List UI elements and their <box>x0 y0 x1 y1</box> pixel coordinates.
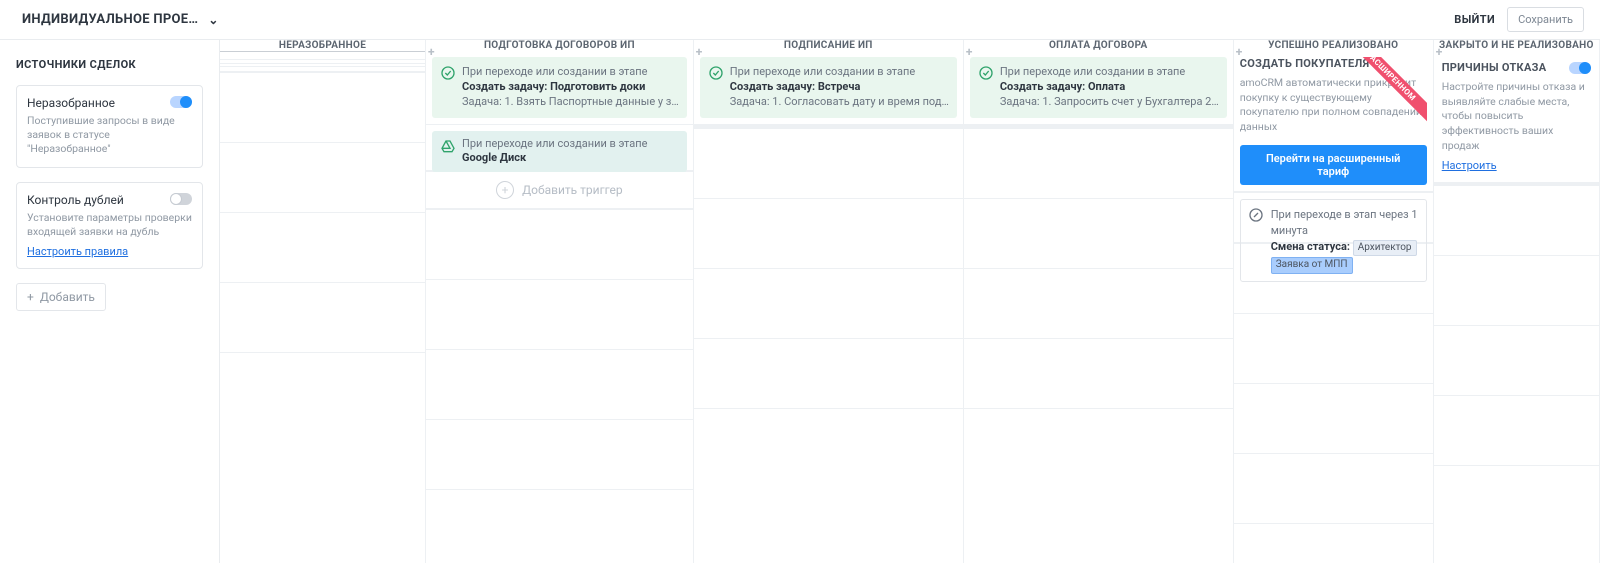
add-trigger-button[interactable]: + Добавить триггер <box>426 172 693 208</box>
configure-rules-link[interactable]: Настроить правила <box>27 245 128 258</box>
column-title: ЗАКРЫТО И НЕ РЕАЛИЗОВАНО <box>1439 40 1594 51</box>
pipeline-title-text: ИНДИВИДУАЛЬНОЕ ПРОЕ… <box>22 12 198 27</box>
exit-link[interactable]: ВЫЙТИ <box>1454 13 1495 26</box>
configure-reasons-link[interactable]: Настроить <box>1442 159 1497 172</box>
sidebar-heading: ИСТОЧНИКИ СДЕЛОК <box>16 58 203 71</box>
column-header-prep[interactable]: + ПОДГОТОВКА ДОГОВОРОВ ИП <box>426 40 693 51</box>
column-header-realized[interactable]: + УСПЕШНО РЕАЛИЗОВАНО <box>1234 40 1433 51</box>
card-title: Создать задачу: Подготовить доки <box>462 80 679 95</box>
source-card-unsorted[interactable]: Неразобранное Поступившие запросы в виде… <box>16 85 203 168</box>
check-circle-icon <box>440 65 456 81</box>
empty-cell <box>220 51 425 59</box>
reasons-title: ПРИЧИНЫ ОТКАЗА <box>1442 61 1547 74</box>
source-desc: Установите параметры проверки входящей з… <box>27 211 192 239</box>
trigger-card-status-change[interactable]: При переходе в этап через 1 минута Смена… <box>1240 199 1427 282</box>
card-sub: Задача: 1. Взять Паспортные данные у з… <box>462 95 679 110</box>
column-title: НЕРАЗОБРАННОЕ <box>279 40 366 51</box>
add-source-label: Добавить <box>40 290 95 304</box>
trigger-card-prep-task[interactable]: При переходе или создании в этапе Создат… <box>432 57 687 118</box>
source-title: Контроль дублей <box>27 193 192 207</box>
add-trigger-label: Добавить триггер <box>522 183 623 197</box>
card-pretext: При переходе или создании в этапе <box>462 137 679 152</box>
column-title: ОПЛАТА ДОГОВОРА <box>1049 40 1148 51</box>
card-sub: Задача: 1. Согласовать дату и время под… <box>730 95 949 110</box>
source-card-duplicates[interactable]: Контроль дублей Установите параметры про… <box>16 182 203 269</box>
chevron-down-icon: ⌄ <box>208 13 218 27</box>
column-header-closed[interactable]: + ЗАКРЫТО И НЕ РЕАЛИЗОВАНО <box>1434 40 1599 51</box>
source-toggle-unsorted[interactable] <box>170 96 192 108</box>
add-source-button[interactable]: + Добавить <box>16 283 106 311</box>
trigger-card-pay-task[interactable]: При переходе или создании в этапе Создат… <box>970 57 1227 118</box>
column-header-unsorted[interactable]: НЕРАЗОБРАННОЕ <box>220 40 425 51</box>
source-toggle-duplicates[interactable] <box>170 193 192 205</box>
card-pretext: При переходе или создании в этапе <box>1000 65 1219 80</box>
plus-icon: + <box>27 290 34 304</box>
reasons-desc: Настройте причины отказа и выявляйте сла… <box>1442 80 1591 153</box>
promo-title: СОЗДАТЬ ПОКУПАТЕЛЯ <box>1240 57 1427 70</box>
column-header-pay[interactable]: + ОПЛАТА ДОГОВОРА <box>964 40 1233 51</box>
save-button[interactable]: Сохранить <box>1507 7 1584 32</box>
trigger-card-google-drive[interactable]: При переходе или создании в этапе Google… <box>432 131 687 173</box>
check-circle-icon <box>708 65 724 81</box>
edit-icon <box>1248 207 1264 223</box>
column-header-sign[interactable]: + ПОДПИСАНИЕ ИП <box>694 40 963 51</box>
check-circle-icon <box>978 65 994 81</box>
card-title: Создать задачу: Оплата <box>1000 80 1219 95</box>
card-pretext: При переходе или создании в этапе <box>462 65 679 80</box>
source-title: Неразобранное <box>27 96 192 110</box>
status-tag-to[interactable]: Заявка от МПП <box>1271 257 1353 274</box>
source-desc: Поступившие запросы в виде заявок в стат… <box>27 114 192 157</box>
column-title: ПОДПИСАНИЕ ИП <box>784 40 873 51</box>
create-buyer-promo: В РАСШИРЕННОМ СОЗДАТЬ ПОКУПАТЕЛЯ amoCRM … <box>1240 57 1427 185</box>
refusal-reasons-card: ПРИЧИНЫ ОТКАЗА Настройте причины отказа … <box>1440 57 1593 176</box>
column-title: ПОДГОТОВКА ДОГОВОРОВ ИП <box>484 40 635 51</box>
column-title: УСПЕШНО РЕАЛИЗОВАНО <box>1268 40 1398 51</box>
status-change-label: Смена статуса: <box>1271 240 1350 253</box>
pipeline-title[interactable]: ИНДИВИДУАЛЬНОЕ ПРОЕ… ⌄ <box>0 12 220 27</box>
card-pretext: При переходе в этап через 1 минута <box>1271 207 1418 239</box>
trigger-card-sign-task[interactable]: При переходе или создании в этапе Создат… <box>700 57 957 118</box>
card-title: Google Диск <box>462 151 679 166</box>
upgrade-plan-button[interactable]: Перейти на расширенный тариф <box>1240 145 1427 185</box>
card-sub: Задача: 1. Запросить счет у Бухгалтера 2… <box>1000 95 1219 110</box>
plus-circle-icon: + <box>496 181 514 199</box>
status-tag-from[interactable]: Архитектор <box>1353 240 1417 257</box>
reasons-toggle[interactable] <box>1569 62 1591 74</box>
card-pretext: При переходе или создании в этапе <box>730 65 949 80</box>
google-drive-icon <box>440 139 456 155</box>
card-title: Создать задачу: Встреча <box>730 80 949 95</box>
